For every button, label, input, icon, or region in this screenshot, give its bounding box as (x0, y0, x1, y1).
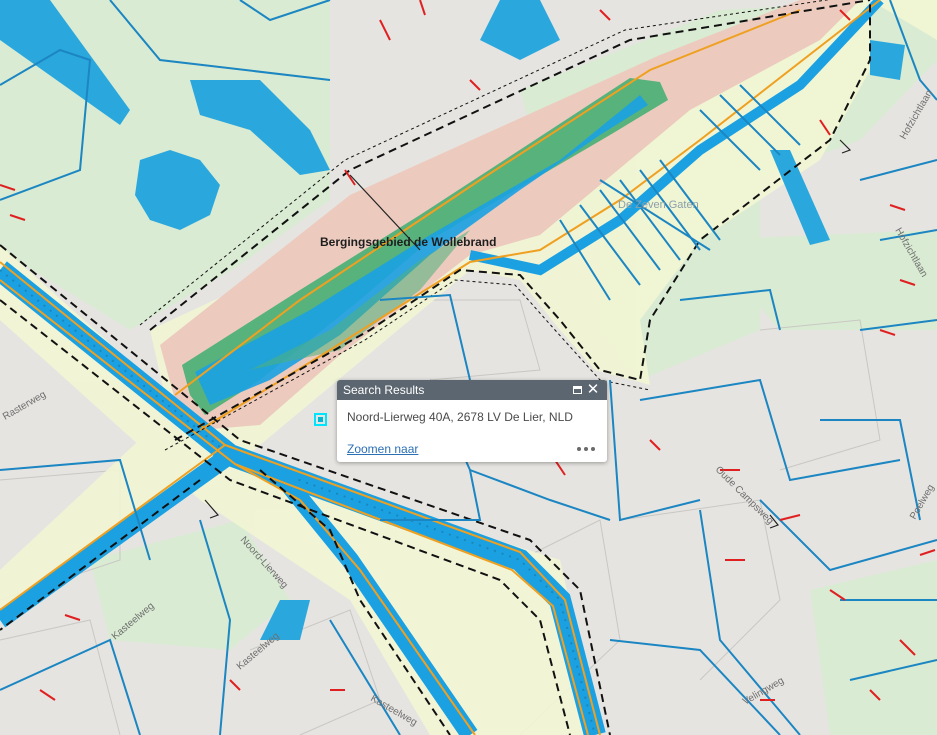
more-options-icon[interactable] (575, 445, 597, 453)
address-text: Noord-Lierweg 40A, 2678 LV De Lier, NLD (347, 410, 573, 424)
area-label-faint: De Zeven Gaten (618, 199, 699, 211)
popup-footer: Zoomen naar (347, 442, 597, 456)
popup-body: Noord-Lierweg 40A, 2678 LV De Lier, NLD (337, 400, 607, 424)
map-canvas[interactable]: Noord-Lierweg Kasteelweg Kasteelweg Kast… (0, 0, 937, 735)
maximize-icon[interactable] (569, 382, 585, 398)
popup-title: Search Results (343, 383, 425, 397)
close-icon[interactable]: ✕ (585, 382, 601, 398)
search-results-popup: Search Results ✕ Noord-Lierweg 40A, 2678… (337, 380, 607, 462)
popup-header: Search Results ✕ (337, 380, 607, 400)
zoom-to-link[interactable]: Zoomen naar (347, 442, 418, 456)
basin-name-label: Bergingsgebied de Wollebrand (320, 235, 496, 249)
